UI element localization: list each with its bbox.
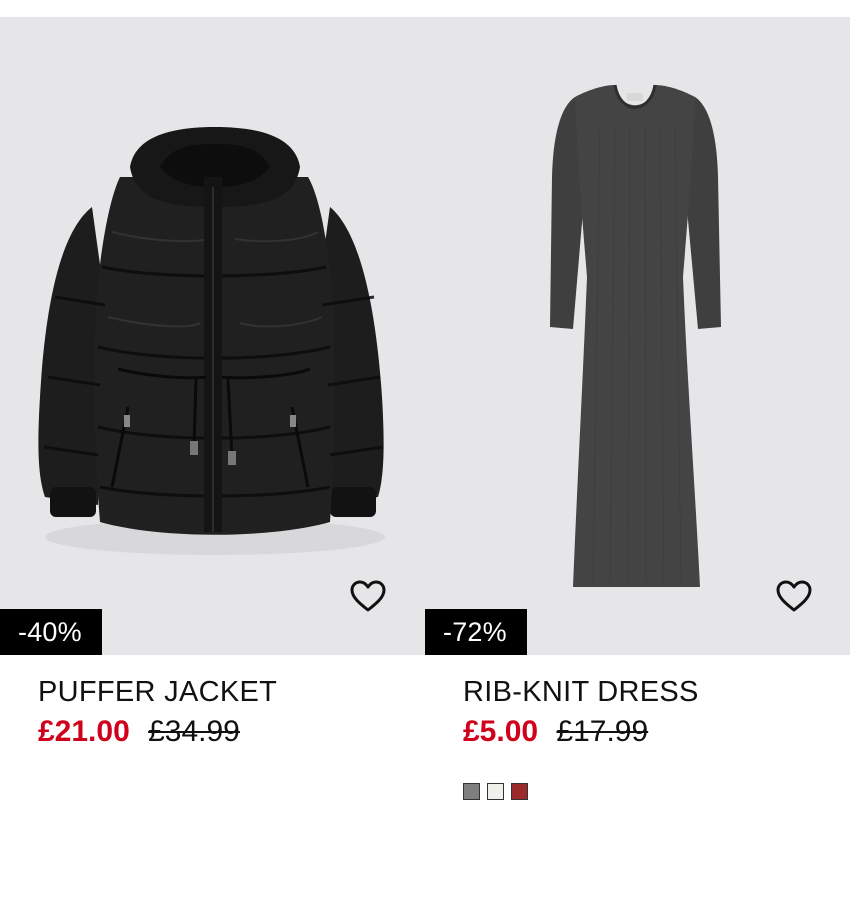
sale-price: £5.00: [463, 715, 539, 748]
favorite-button[interactable]: [346, 574, 390, 618]
color-swatch-red[interactable]: [511, 783, 528, 800]
product-image-area[interactable]: -72%: [425, 17, 850, 655]
price-row: £5.00 £17.99: [463, 715, 648, 749]
color-swatch-grey[interactable]: [463, 783, 480, 800]
color-swatches: [463, 783, 528, 800]
product-card-rib-knit-dress[interactable]: -72% RIB-KNIT DRESS £5.00 £17.99: [425, 17, 850, 900]
product-name[interactable]: PUFFER JACKET: [38, 676, 277, 709]
original-price: £17.99: [556, 715, 649, 748]
product-name[interactable]: RIB-KNIT DRESS: [463, 676, 699, 709]
product-image-area[interactable]: -40%: [0, 17, 426, 655]
heart-outline-icon: [350, 580, 386, 612]
top-strip: [0, 0, 850, 17]
discount-badge: -72%: [425, 609, 527, 655]
rib-knit-dress-image: [550, 84, 721, 587]
heart-outline-icon: [776, 580, 812, 612]
price-row: £21.00 £34.99: [38, 715, 240, 749]
discount-badge: -40%: [0, 609, 102, 655]
sale-price: £21.00: [38, 715, 130, 748]
product-card-puffer-jacket[interactable]: -40% PUFFER JACKET £21.00 £34.99: [0, 17, 426, 900]
favorite-button[interactable]: [772, 574, 816, 618]
original-price: £34.99: [148, 715, 240, 748]
puffer-jacket-image: [38, 127, 385, 555]
color-swatch-white[interactable]: [487, 783, 504, 800]
